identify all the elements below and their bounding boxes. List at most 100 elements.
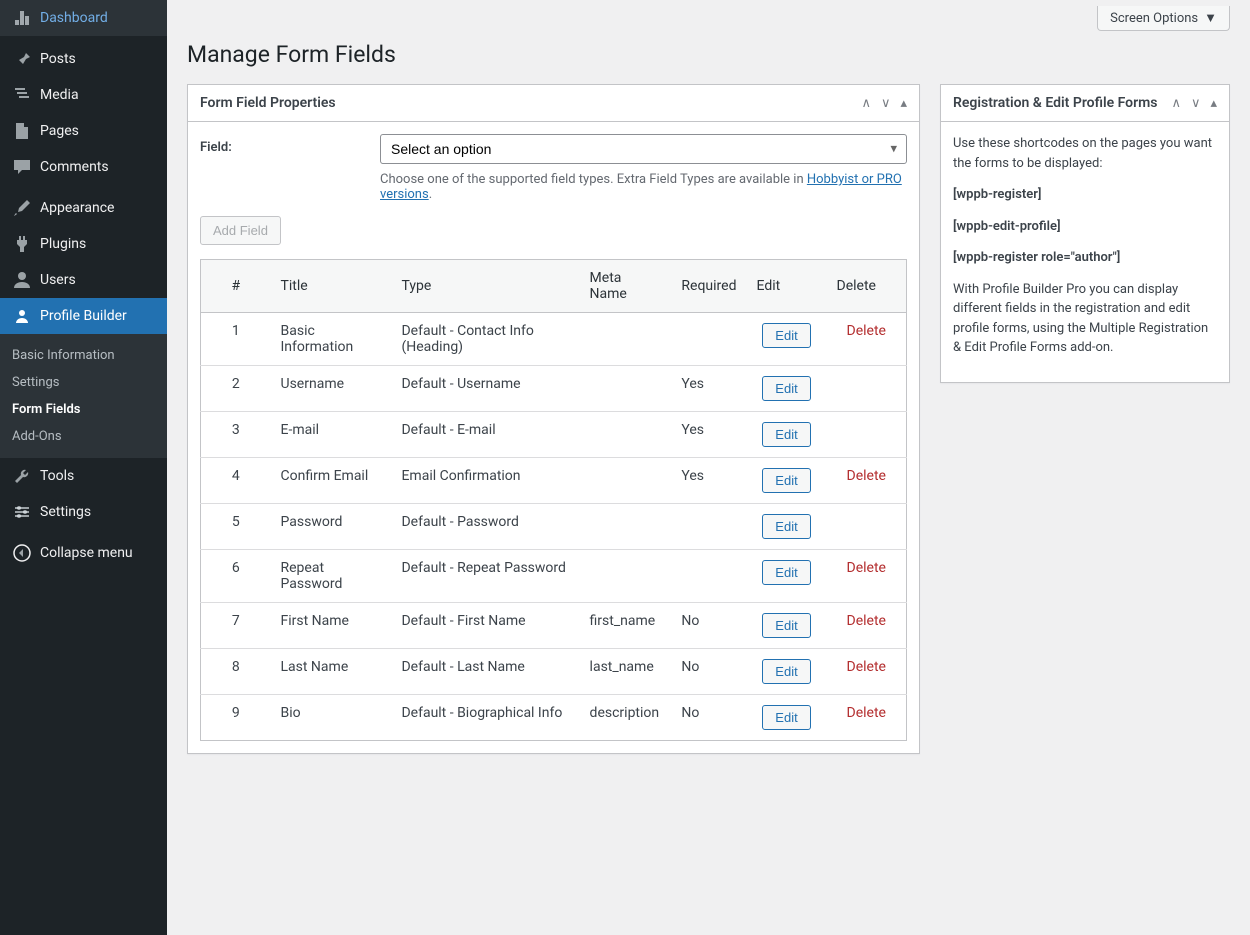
delete-link[interactable]: Delete: [847, 613, 886, 629]
col-meta: Meta Name: [580, 260, 672, 313]
form-field-properties-box: Form Field Properties ∧ ∨ ▴ Field:: [187, 84, 920, 754]
edit-button[interactable]: Edit: [762, 514, 810, 539]
screen-options-label: Screen Options: [1110, 11, 1198, 26]
col-type: Type: [391, 260, 579, 313]
cell-type: Default - Password: [391, 504, 579, 550]
toggle-icon[interactable]: ▴: [900, 96, 907, 111]
move-down-icon[interactable]: ∨: [1191, 96, 1201, 111]
shortcode-register-role: [wppb-register role="author"]: [953, 248, 1217, 268]
menu-plugins[interactable]: Plugins: [0, 226, 167, 262]
move-up-icon[interactable]: ∧: [861, 96, 871, 111]
field-help-text: Choose one of the supported field types.…: [380, 172, 907, 202]
cell-meta: [580, 366, 672, 412]
edit-button[interactable]: Edit: [762, 659, 810, 684]
col-title: Title: [271, 260, 392, 313]
table-row: 4 Confirm Email Email Confirmation Yes E…: [201, 458, 907, 504]
menu-pages[interactable]: Pages: [0, 113, 167, 149]
menu-profile-builder[interactable]: Profile Builder: [0, 298, 167, 334]
menu-collapse[interactable]: Collapse menu: [0, 535, 167, 571]
menu-tools[interactable]: Tools: [0, 458, 167, 494]
cell-meta: [580, 458, 672, 504]
cell-type: Email Confirmation: [391, 458, 579, 504]
cell-type: Default - Contact Info (Heading): [391, 313, 579, 366]
cell-required: [671, 550, 746, 603]
field-type-select[interactable]: Select an option: [380, 134, 907, 164]
move-up-icon[interactable]: ∧: [1171, 96, 1181, 111]
cell-num: 9: [201, 695, 271, 741]
pin-icon: [12, 49, 32, 69]
shortcode-edit-profile: [wppb-edit-profile]: [953, 217, 1217, 237]
cell-num: 6: [201, 550, 271, 603]
cell-type: Default - Repeat Password: [391, 550, 579, 603]
cell-title: E-mail: [271, 412, 392, 458]
cell-num: 1: [201, 313, 271, 366]
delete-link[interactable]: Delete: [847, 705, 886, 721]
menu-label: Users: [40, 272, 76, 288]
menu-label: Settings: [40, 504, 91, 520]
cell-required: [671, 313, 746, 366]
delete-link[interactable]: Delete: [847, 323, 886, 339]
menu-label: Plugins: [40, 236, 86, 252]
submenu-basic-info[interactable]: Basic Information: [0, 342, 167, 369]
table-row: 1 Basic Information Default - Contact In…: [201, 313, 907, 366]
postbox-title: Form Field Properties: [200, 85, 336, 121]
menu-label: Appearance: [40, 200, 114, 216]
comment-icon: [12, 157, 32, 177]
menu-users[interactable]: Users: [0, 262, 167, 298]
plugin-icon: [12, 234, 32, 254]
admin-sidebar: Dashboard Posts Media Pages Comments App…: [0, 0, 167, 935]
edit-button[interactable]: Edit: [762, 613, 810, 638]
cell-required: Yes: [671, 458, 746, 504]
cell-type: Default - Username: [391, 366, 579, 412]
screen-options-toggle[interactable]: Screen Options▼: [1097, 6, 1230, 31]
submenu-addons[interactable]: Add-Ons: [0, 423, 167, 450]
cell-type: Default - First Name: [391, 603, 579, 649]
user-icon: [12, 270, 32, 290]
submenu-form-fields[interactable]: Form Fields: [0, 396, 167, 423]
cell-meta: [580, 412, 672, 458]
sidebox-footer: With Profile Builder Pro you can display…: [953, 280, 1217, 358]
edit-button[interactable]: Edit: [762, 560, 810, 585]
fields-table: # Title Type Meta Name Required Edit Del…: [200, 259, 907, 741]
table-row: 6 Repeat Password Default - Repeat Passw…: [201, 550, 907, 603]
menu-dashboard[interactable]: Dashboard: [0, 0, 167, 36]
cell-type: Default - Biographical Info: [391, 695, 579, 741]
edit-button[interactable]: Edit: [762, 422, 810, 447]
edit-button[interactable]: Edit: [762, 376, 810, 401]
cell-meta: first_name: [580, 603, 672, 649]
edit-button[interactable]: Edit: [762, 468, 810, 493]
submenu-profile-builder: Basic Information Settings Form Fields A…: [0, 334, 167, 458]
delete-link[interactable]: Delete: [847, 560, 886, 576]
shortcode-register: [wppb-register]: [953, 185, 1217, 205]
cell-num: 8: [201, 649, 271, 695]
menu-settings[interactable]: Settings: [0, 494, 167, 530]
menu-media[interactable]: Media: [0, 77, 167, 113]
menu-posts[interactable]: Posts: [0, 41, 167, 77]
menu-comments[interactable]: Comments: [0, 149, 167, 185]
col-num: #: [201, 260, 271, 313]
delete-link[interactable]: Delete: [847, 659, 886, 675]
wrench-icon: [12, 466, 32, 486]
cell-title: Basic Information: [271, 313, 392, 366]
toggle-icon[interactable]: ▴: [1210, 96, 1217, 111]
add-field-button: Add Field: [200, 216, 281, 245]
col-edit: Edit: [747, 260, 827, 313]
edit-button[interactable]: Edit: [762, 705, 810, 730]
cell-required: Yes: [671, 412, 746, 458]
cell-title: First Name: [271, 603, 392, 649]
submenu-settings[interactable]: Settings: [0, 369, 167, 396]
delete-link[interactable]: Delete: [847, 468, 886, 484]
menu-label: Collapse menu: [40, 545, 133, 561]
main-content: Screen Options▼ Manage Form Fields Form …: [167, 0, 1250, 935]
cell-meta: [580, 313, 672, 366]
menu-appearance[interactable]: Appearance: [0, 190, 167, 226]
move-down-icon[interactable]: ∨: [881, 96, 891, 111]
media-icon: [12, 85, 32, 105]
edit-button[interactable]: Edit: [762, 323, 810, 348]
cell-required: [671, 504, 746, 550]
cell-num: 2: [201, 366, 271, 412]
sidebox-title: Registration & Edit Profile Forms: [953, 85, 1157, 121]
cell-title: Bio: [271, 695, 392, 741]
table-row: 2 Username Default - Username Yes Edit: [201, 366, 907, 412]
person-icon: [12, 306, 32, 326]
